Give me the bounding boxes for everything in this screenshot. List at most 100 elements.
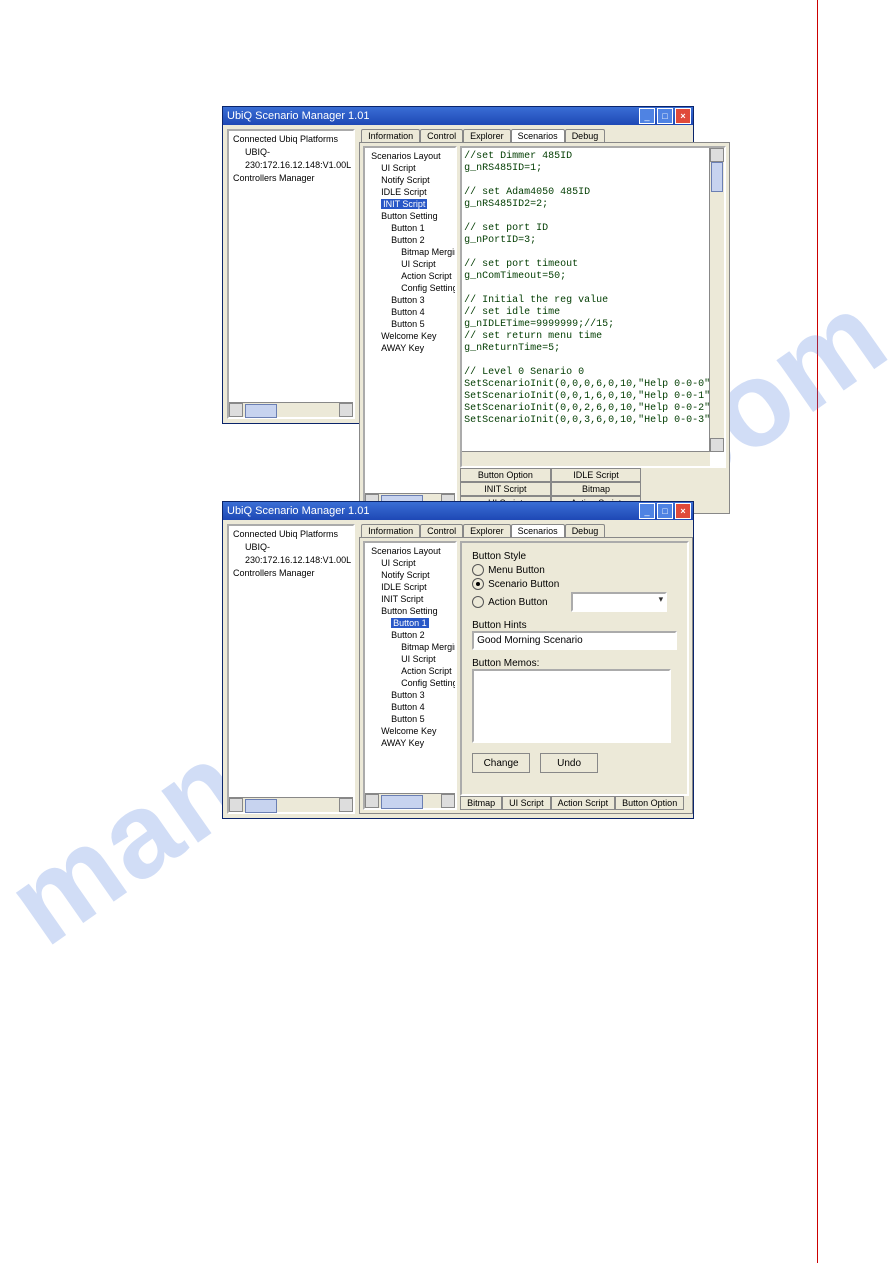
tree-b2-ui-script[interactable]: UI Script [367,258,453,270]
left-hscroll[interactable] [229,402,353,417]
tree-button-2[interactable]: Button 2 [367,234,453,246]
tree-b2-action-script[interactable]: Action Script [367,270,453,282]
btab-action-script[interactable]: Action Script [551,796,616,810]
tree-button-1[interactable]: Button 1 [367,617,453,629]
tree-b2-config-setting[interactable]: Config Setting [367,282,453,294]
tab-debug[interactable]: Debug [565,129,606,142]
tree-notify-script[interactable]: Notify Script [367,569,453,581]
tree-button-setting[interactable]: Button Setting [367,210,453,222]
tree-ui-script[interactable]: UI Script [367,162,453,174]
tab-control[interactable]: Control [420,129,463,142]
scroll-thumb[interactable] [711,162,723,192]
radio-menu-button[interactable]: Menu Button [472,564,677,576]
tree-node-device[interactable]: UBIQ-230:172.16.12.148:V1.00L [231,146,351,172]
titlebar[interactable]: UbiQ Scenario Manager 1.01 _ □ × [223,107,693,125]
minimize-button[interactable]: _ [639,503,655,519]
tree-b2-config-setting[interactable]: Config Setting [367,677,453,689]
tab-control[interactable]: Control [420,524,463,537]
tree-button-setting[interactable]: Button Setting [367,605,453,617]
minimize-button[interactable]: _ [639,108,655,124]
tree-button-2[interactable]: Button 2 [367,629,453,641]
editor-hscroll[interactable] [462,451,710,466]
tree-button-4[interactable]: Button 4 [367,306,453,318]
titlebar[interactable]: UbiQ Scenario Manager 1.01 _ □ × [223,502,693,520]
scroll-thumb[interactable] [245,404,277,418]
scenario-tree[interactable]: Scenarios Layout UI Script Notify Script… [365,543,455,793]
tree-bitmap-merging[interactable]: Bitmap Merging [367,641,453,653]
tree-bitmap-merging[interactable]: Bitmap Merging [367,246,453,258]
tree-button-5[interactable]: Button 5 [367,713,453,725]
window-scenario-manager-2[interactable]: UbiQ Scenario Manager 1.01 _ □ × Connect… [222,501,694,819]
radio-action-button[interactable]: Action Button [472,596,547,608]
btab-idle-script[interactable]: IDLE Script [551,468,642,482]
editor-vscroll[interactable] [709,148,724,452]
close-button[interactable]: × [675,503,691,519]
window-scenario-manager-1[interactable]: UbiQ Scenario Manager 1.01 _ □ × Connect… [222,106,694,424]
tree-idle-script[interactable]: IDLE Script [367,581,453,593]
tree-root[interactable]: Connected Ubiq Platforms [231,528,351,541]
scroll-right-icon[interactable] [441,794,455,808]
scroll-down-icon[interactable] [710,438,724,452]
tree-controllers[interactable]: Controllers Manager [231,172,351,185]
tree-welcome-key[interactable]: Welcome Key [367,330,453,342]
tree-scenarios-layout[interactable]: Scenarios Layout [367,545,453,557]
tab-explorer[interactable]: Explorer [463,524,511,537]
btab-init-script[interactable]: INIT Script [460,482,551,496]
tree-root[interactable]: Connected Ubiq Platforms [231,133,351,146]
scroll-left-icon[interactable] [229,798,243,812]
tree-notify-script[interactable]: Notify Script [367,174,453,186]
platforms-tree[interactable]: Connected Ubiq Platforms UBIQ-230:172.16… [229,131,353,402]
radio-scenario-button[interactable]: Scenario Button [472,578,677,590]
maximize-button[interactable]: □ [657,108,673,124]
tab-scenarios[interactable]: Scenarios [511,524,565,537]
tree-button-4[interactable]: Button 4 [367,701,453,713]
tree-b2-ui-script[interactable]: UI Script [367,653,453,665]
btab-bitmap[interactable]: Bitmap [460,796,502,810]
input-button-memos[interactable] [472,669,671,743]
tree-init-script[interactable]: INIT Script [367,198,453,210]
tree-welcome-key[interactable]: Welcome Key [367,725,453,737]
scroll-thumb[interactable] [245,799,277,813]
change-button[interactable]: Change [472,753,530,773]
input-button-hints[interactable]: Good Morning Scenario [472,631,677,650]
tab-information[interactable]: Information [361,129,420,142]
tree-away-key[interactable]: AWAY Key [367,342,453,354]
undo-button[interactable]: Undo [540,753,598,773]
tree-b2-action-script[interactable]: Action Script [367,665,453,677]
tree-button-3[interactable]: Button 3 [367,294,453,306]
scroll-left-icon[interactable] [229,403,243,417]
tree-scenarios-layout[interactable]: Scenarios Layout [367,150,453,162]
tree-controllers[interactable]: Controllers Manager [231,567,351,580]
scenario-tree[interactable]: Scenarios Layout UI Script Notify Script… [365,148,455,493]
tab-explorer[interactable]: Explorer [463,129,511,142]
scroll-left-icon[interactable] [365,794,379,808]
code-editor[interactable]: //set Dimmer 485ID g_nRS485ID=1; // set … [460,146,726,468]
tree-hscroll[interactable] [365,793,455,808]
tree-button-1[interactable]: Button 1 [367,222,453,234]
tab-information[interactable]: Information [361,524,420,537]
tree-away-key[interactable]: AWAY Key [367,737,453,749]
close-button[interactable]: × [675,108,691,124]
window-controls: _ □ × [639,503,691,519]
tree-init-script-label: INIT Script [381,199,427,209]
tree-init-script[interactable]: INIT Script [367,593,453,605]
scroll-up-icon[interactable] [710,148,724,162]
btab-bitmap[interactable]: Bitmap [551,482,642,496]
platforms-tree[interactable]: Connected Ubiq Platforms UBIQ-230:172.16… [229,526,353,797]
maximize-button[interactable]: □ [657,503,673,519]
tree-node-device[interactable]: UBIQ-230:172.16.12.148:V1.00L [231,541,351,567]
scroll-thumb[interactable] [381,795,423,809]
action-dropdown[interactable] [571,592,667,612]
left-hscroll[interactable] [229,797,353,812]
tree-ui-script[interactable]: UI Script [367,557,453,569]
tab-debug[interactable]: Debug [565,524,606,537]
tree-idle-script[interactable]: IDLE Script [367,186,453,198]
scroll-right-icon[interactable] [339,798,353,812]
btab-button-option[interactable]: Button Option [615,796,684,810]
btab-ui-script[interactable]: UI Script [502,796,551,810]
tree-button-5[interactable]: Button 5 [367,318,453,330]
tree-button-3[interactable]: Button 3 [367,689,453,701]
btab-button-option[interactable]: Button Option [460,468,551,482]
scroll-right-icon[interactable] [339,403,353,417]
tab-scenarios[interactable]: Scenarios [511,129,565,142]
